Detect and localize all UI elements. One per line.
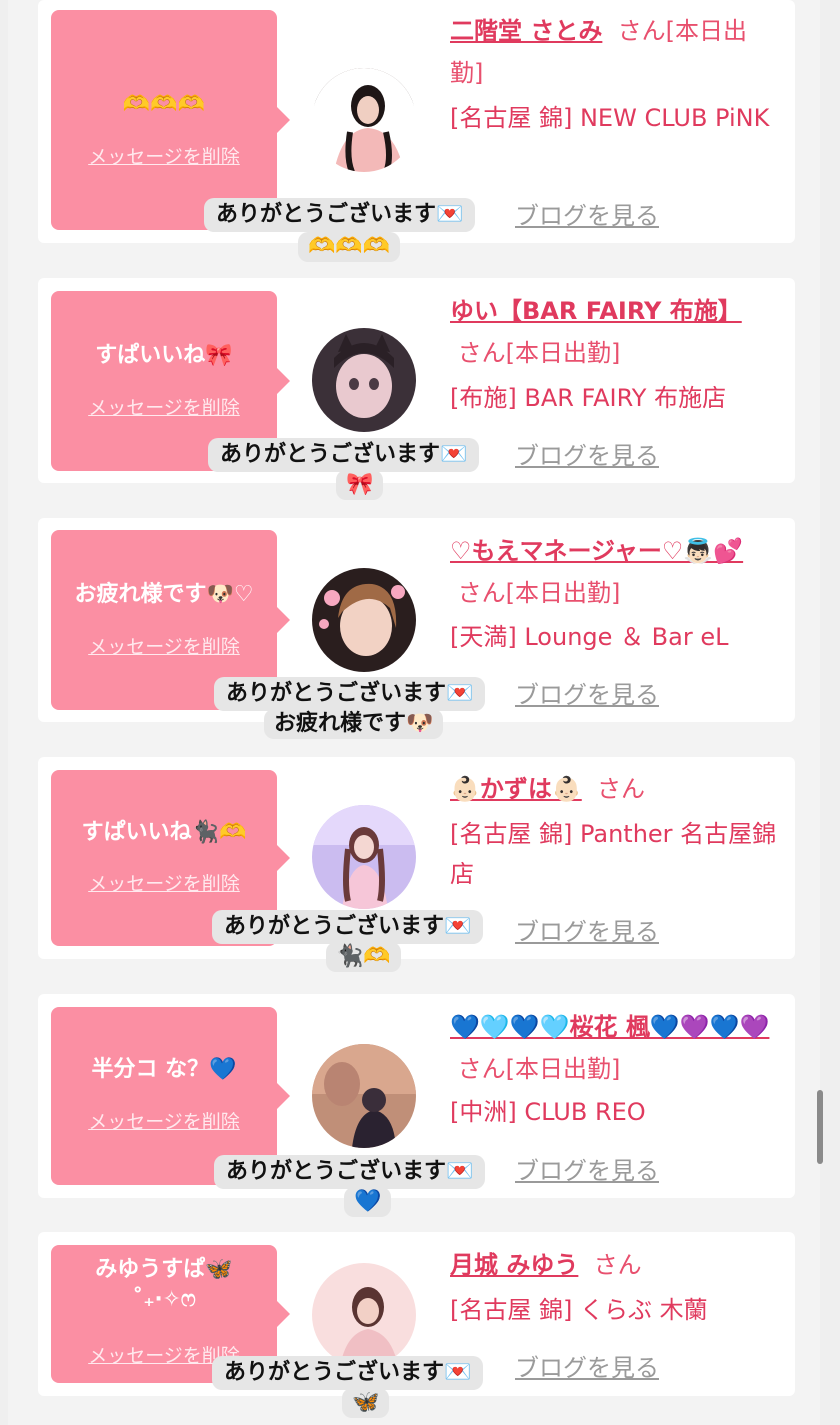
reply-message: ありがとうございます💌 <box>214 677 486 711</box>
view-blog-link[interactable]: ブログを見る <box>515 675 659 710</box>
avatar[interactable] <box>312 1044 416 1148</box>
shop-name: [名古屋 錦] NEW CLUB PiNK <box>450 104 770 132</box>
avatar[interactable] <box>312 68 416 172</box>
reply-message-line2: お疲れ様です🐶 <box>264 709 444 739</box>
cast-name-block: ♡もえマネージャー♡👼🏻💕 さん[本日出勤] <box>450 530 770 614</box>
reply-message: ありがとうございます💌 <box>214 1155 486 1189</box>
reply-message-line2: 🎀 <box>336 470 384 500</box>
reply-message-line2: 💙 <box>344 1187 392 1217</box>
shop-name: [名古屋 錦] くらぶ 木蘭 <box>450 1296 708 1324</box>
shop-name: [天満] Lounge ＆ Bar eL <box>450 623 729 651</box>
avatar-photo <box>312 1044 416 1148</box>
avatar[interactable] <box>312 568 416 672</box>
view-blog-link[interactable]: ブログを見る <box>515 196 659 231</box>
cast-name-link[interactable]: 月城 みゆう <box>450 1251 578 1279</box>
cast-name-link[interactable]: 👶🏻かずは👶🏻 <box>450 775 582 803</box>
bubble-message: 半分コ な？💙 <box>91 1057 237 1082</box>
shop-name: [中洲] CLUB REO <box>450 1098 646 1126</box>
shop-name: [名古屋 錦] Panther 名古屋錦店 <box>450 820 777 888</box>
cast-status: さん[本日出勤] <box>457 579 621 607</box>
cast-status: さん <box>593 1251 642 1279</box>
avatar[interactable] <box>312 805 416 909</box>
view-blog-link[interactable]: ブログを見る <box>515 436 659 471</box>
bubble-message: すぱいいね🎀 <box>95 343 233 368</box>
reply-message: ありがとうございます💌 <box>204 198 476 232</box>
bubble-message: お疲れ様です🐶♡ <box>74 582 254 607</box>
reply-message: ありがとうございます💌 <box>208 438 480 472</box>
cast-name-block: 二階堂 さとみ さん[本日出勤] <box>450 10 770 94</box>
cast-name-block: 月城 みゆう さん <box>450 1244 770 1286</box>
avatar-photo <box>312 328 416 432</box>
reply-message-line2: 🦋 <box>342 1388 390 1418</box>
cast-status: さん[本日出勤] <box>457 1055 621 1083</box>
view-blog-link[interactable]: ブログを見る <box>515 1151 659 1186</box>
cast-name-block: ゆい【BAR FAIRY 布施】 さん[本日出勤] <box>450 290 770 374</box>
cast-name-block: 💙🩵💙🩵桜花 楓💙💜💙💜 さん[本日出勤] <box>450 1006 770 1090</box>
delete-message-link[interactable]: メッセージを削除 <box>51 1107 277 1134</box>
avatar-photo <box>312 805 416 909</box>
delete-message-link[interactable]: メッセージを削除 <box>51 632 277 659</box>
cast-status: さん <box>597 775 646 803</box>
bubble-message: 🫶🫶🫶 <box>122 92 206 117</box>
cast-name-block: 👶🏻かずは👶🏻 さん <box>450 768 770 810</box>
delete-message-link[interactable]: メッセージを削除 <box>51 393 277 420</box>
avatar-photo <box>312 568 416 672</box>
view-blog-link[interactable]: ブログを見る <box>515 1348 659 1383</box>
reply-message-line2: 🐈‍⬛🫶 <box>326 942 401 972</box>
message-bubble: 🫶🫶🫶 メッセージを削除 <box>51 10 290 230</box>
bubble-message: みゆうすぱ🦋 ˚₊‧✧ෆ <box>95 1257 233 1312</box>
bubble-message: すぱいいね🐈‍⬛🫶 <box>81 820 247 845</box>
shop-name: [布施] BAR FAIRY 布施店 <box>450 384 727 412</box>
delete-message-link[interactable]: メッセージを削除 <box>51 142 277 169</box>
avatar-photo <box>312 1263 416 1367</box>
cast-name-link[interactable]: ゆい【BAR FAIRY 布施】 <box>450 297 742 325</box>
avatar[interactable] <box>312 328 416 432</box>
avatar[interactable] <box>312 1263 416 1367</box>
reply-message: ありがとうございます💌 <box>212 910 484 944</box>
delete-message-link[interactable]: メッセージを削除 <box>51 869 277 896</box>
reply-message: ありがとうございます💌 <box>212 1356 484 1390</box>
cast-name-link[interactable]: ♡もえマネージャー♡👼🏻💕 <box>450 537 743 565</box>
cast-name-link[interactable]: 💙🩵💙🩵桜花 楓💙💜💙💜 <box>450 1013 769 1041</box>
view-blog-link[interactable]: ブログを見る <box>515 912 659 947</box>
cast-status: さん[本日出勤] <box>457 339 621 367</box>
avatar-photo <box>312 68 416 172</box>
cast-name-link[interactable]: 二階堂 さとみ <box>450 17 602 45</box>
scrollbar[interactable] <box>817 1090 823 1164</box>
reply-message-line2: 🫶🫶🫶 <box>298 232 401 262</box>
